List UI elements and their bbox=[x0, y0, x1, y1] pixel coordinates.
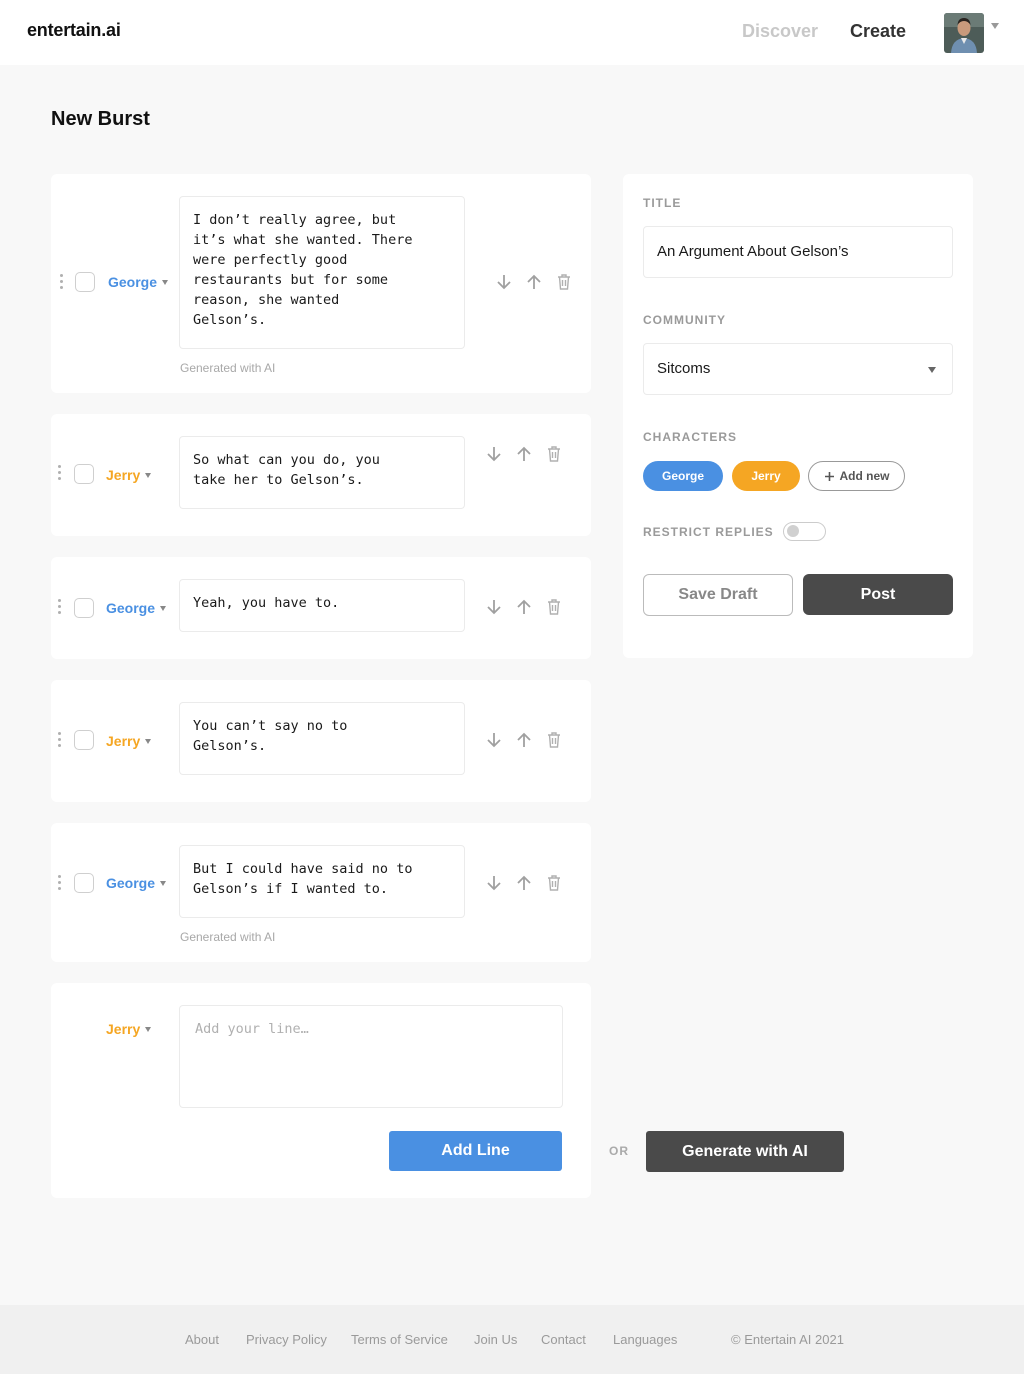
save-draft-button[interactable]: Save Draft bbox=[643, 574, 793, 616]
line-actions bbox=[494, 272, 574, 292]
move-up-icon[interactable] bbox=[514, 444, 534, 464]
trash-icon[interactable] bbox=[544, 873, 564, 893]
move-down-icon[interactable] bbox=[484, 730, 504, 750]
speaker-name: Jerry bbox=[106, 467, 141, 483]
speaker-select[interactable]: Jerry bbox=[106, 467, 152, 483]
footer-copyright: © Entertain AI 2021 bbox=[731, 1332, 844, 1347]
move-up-icon[interactable] bbox=[514, 597, 534, 617]
dialogue-line-card: George Yeah, you have to. bbox=[51, 557, 591, 659]
move-down-icon[interactable] bbox=[484, 873, 504, 893]
move-down-icon[interactable] bbox=[484, 597, 504, 617]
add-line-button[interactable]: Add Line bbox=[389, 1131, 562, 1171]
burst-settings-panel: TITLE An Argument About Gelson’s COMMUNI… bbox=[623, 174, 973, 658]
post-button[interactable]: Post bbox=[803, 574, 953, 615]
chevron-down-icon bbox=[145, 739, 152, 744]
speaker-name: Jerry bbox=[106, 1021, 141, 1037]
line-checkbox[interactable] bbox=[75, 272, 95, 292]
speaker-name: Jerry bbox=[106, 733, 141, 749]
generate-with-ai-button[interactable]: Generate with AI bbox=[646, 1131, 844, 1172]
add-character-label: Add new bbox=[839, 469, 890, 483]
drag-handle-icon[interactable] bbox=[57, 465, 61, 480]
line-text[interactable]: You can’t say no to Gelson’s. bbox=[179, 702, 465, 775]
line-checkbox[interactable] bbox=[74, 730, 94, 750]
line-text[interactable]: So what can you do, you take her to Gels… bbox=[179, 436, 465, 509]
footer-link-languages[interactable]: Languages bbox=[613, 1332, 677, 1347]
speaker-select[interactable]: George bbox=[106, 875, 167, 891]
chevron-down-icon bbox=[160, 606, 167, 611]
new-line-input[interactable]: Add your line… bbox=[179, 1005, 563, 1108]
restrict-replies-label: RESTRICT REPLIES bbox=[643, 525, 774, 539]
footer-link-join[interactable]: Join Us bbox=[474, 1332, 517, 1347]
footer-link-contact[interactable]: Contact bbox=[541, 1332, 586, 1347]
toggle-knob bbox=[787, 525, 799, 537]
footer-link-privacy[interactable]: Privacy Policy bbox=[246, 1332, 327, 1347]
title-label: TITLE bbox=[643, 196, 682, 210]
chevron-down-icon bbox=[145, 1027, 152, 1032]
line-text[interactable]: I don’t really agree, but it’s what she … bbox=[179, 196, 465, 349]
line-checkbox[interactable] bbox=[74, 873, 94, 893]
dialogue-line-card: George I don’t really agree, but it’s wh… bbox=[51, 174, 591, 393]
dialogue-line-card: Jerry So what can you do, you take her t… bbox=[51, 414, 591, 536]
restrict-replies-toggle[interactable] bbox=[783, 522, 826, 541]
chevron-down-icon bbox=[160, 881, 167, 886]
footer: About Privacy Policy Terms of Service Jo… bbox=[0, 1305, 1024, 1374]
trash-icon[interactable] bbox=[554, 272, 574, 292]
move-up-icon[interactable] bbox=[524, 272, 544, 292]
move-down-icon[interactable] bbox=[494, 272, 514, 292]
account-menu-chevron-icon[interactable] bbox=[990, 22, 1000, 30]
page-title: New Burst bbox=[51, 108, 150, 130]
footer-link-terms[interactable]: Terms of Service bbox=[351, 1332, 448, 1347]
generated-note: Generated with AI bbox=[180, 361, 276, 375]
move-up-icon[interactable] bbox=[514, 730, 534, 750]
trash-icon[interactable] bbox=[544, 597, 564, 617]
speaker-name: George bbox=[106, 600, 156, 616]
new-line-card: Jerry Add your line… Add Line bbox=[51, 983, 591, 1198]
top-nav: entertain.ai Discover Create bbox=[0, 0, 1024, 65]
title-input[interactable]: An Argument About Gelson’s bbox=[643, 226, 953, 278]
trash-icon[interactable] bbox=[544, 730, 564, 750]
line-actions bbox=[484, 730, 564, 750]
drag-handle-icon[interactable] bbox=[57, 599, 61, 614]
line-actions bbox=[484, 597, 564, 617]
characters-label: CHARACTERS bbox=[643, 430, 737, 444]
move-up-icon[interactable] bbox=[514, 873, 534, 893]
line-text[interactable]: Yeah, you have to. bbox=[179, 579, 465, 632]
chevron-down-icon bbox=[145, 473, 152, 478]
add-character-button[interactable]: Add new bbox=[808, 461, 905, 491]
community-value: Sitcoms bbox=[657, 360, 711, 377]
footer-link-about[interactable]: About bbox=[185, 1332, 219, 1347]
speaker-select[interactable]: George bbox=[106, 600, 167, 616]
plus-icon bbox=[824, 471, 834, 481]
community-label: COMMUNITY bbox=[643, 313, 726, 327]
drag-handle-icon[interactable] bbox=[57, 875, 61, 890]
nav-discover[interactable]: Discover bbox=[742, 21, 818, 42]
drag-handle-icon[interactable] bbox=[59, 274, 63, 289]
avatar[interactable] bbox=[944, 13, 984, 53]
speaker-name: George bbox=[106, 875, 156, 891]
dialogue-line-card: George But I could have said no to Gelso… bbox=[51, 823, 591, 962]
dialogue-line-card: Jerry You can’t say no to Gelson’s. bbox=[51, 680, 591, 802]
line-checkbox[interactable] bbox=[74, 464, 94, 484]
line-checkbox[interactable] bbox=[74, 598, 94, 618]
community-select[interactable]: Sitcoms bbox=[643, 343, 953, 395]
nav-create[interactable]: Create bbox=[850, 21, 906, 42]
drag-handle-icon[interactable] bbox=[57, 732, 61, 747]
line-text[interactable]: But I could have said no to Gelson’s if … bbox=[179, 845, 465, 918]
site-logo[interactable]: entertain.ai bbox=[27, 20, 121, 41]
chevron-down-icon bbox=[162, 280, 169, 285]
speaker-select[interactable]: Jerry bbox=[106, 733, 152, 749]
chevron-down-icon bbox=[928, 367, 936, 373]
or-separator: OR bbox=[609, 1144, 629, 1158]
character-chip-george[interactable]: George bbox=[643, 461, 723, 491]
trash-icon[interactable] bbox=[544, 444, 564, 464]
character-chip-jerry[interactable]: Jerry bbox=[732, 461, 800, 491]
speaker-select[interactable]: George bbox=[108, 274, 169, 290]
new-line-speaker-select[interactable]: Jerry bbox=[106, 1021, 152, 1037]
speaker-name: George bbox=[108, 274, 158, 290]
move-down-icon[interactable] bbox=[484, 444, 504, 464]
line-actions bbox=[484, 873, 564, 893]
generated-note: Generated with AI bbox=[180, 930, 276, 944]
line-actions bbox=[484, 444, 564, 464]
